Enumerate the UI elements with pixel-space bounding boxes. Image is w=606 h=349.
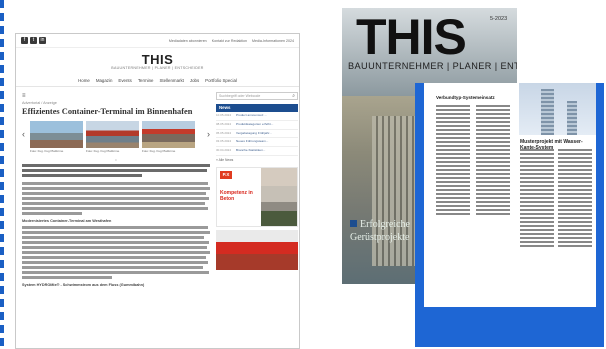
news-item[interactable]: 30.04.2024 Branche-Statistiken...: [216, 147, 298, 156]
article-subhead: Modernisiertes Container-Terminal am Wes…: [22, 219, 112, 223]
top-link-media[interactable]: Media-Informationen 2024: [252, 39, 294, 43]
website-screenshot: f t in Mediadaten abonnieren Kontakt zur…: [15, 33, 300, 349]
cover-issue: 5-2023: [490, 16, 508, 22]
slide-image: [86, 121, 139, 148]
cover-headline: Erfolgreiche Gerüstprojekte: [350, 219, 410, 243]
site-tagline: BAUUNTERNEHMER | PLANER | ENTSCHEIDER: [111, 66, 204, 70]
site-logo[interactable]: THIS: [16, 53, 299, 66]
search-icon[interactable]: ⌕: [292, 93, 295, 99]
news-item[interactable]: 05.05.2024 Vergabetagung Frühjahr...: [216, 130, 298, 139]
ad-photo: [261, 185, 297, 226]
ad-logo: P.X: [220, 170, 232, 179]
ad-banner[interactable]: P.X Kompetenz in Beton: [216, 166, 298, 227]
nav-item-jobs[interactable]: Jobs: [190, 78, 199, 83]
article-title: Effizientes Container-Terminal im Binnen…: [22, 107, 193, 116]
ad-banner-2[interactable]: [216, 229, 298, 270]
nav-item-magazin[interactable]: Magazin: [96, 78, 113, 83]
slide-caption: Foto: Fug. Fug Platforme: [86, 149, 120, 153]
site-top-bar: f t in Mediadaten abonnieren Kontakt zur…: [16, 34, 299, 48]
news-item[interactable]: 08.05.2024 Produktkategorien erhöht...: [216, 121, 298, 130]
nav-item-termine[interactable]: Termine: [138, 78, 154, 83]
article-kicker: Advertorial / Anzeige: [22, 101, 57, 105]
news-item[interactable]: 03.05.2024 Neues Führungsteam...: [216, 138, 298, 148]
site-header: THIS BAUUNTERNEHMER | PLANER | ENTSCHEID…: [16, 48, 299, 74]
top-link-subscribe[interactable]: Mediadaten abonnieren: [169, 39, 207, 43]
slider-prev-icon[interactable]: ‹: [22, 128, 25, 140]
slide-caption: Foto: Fug. Fug Platforme: [30, 149, 64, 153]
top-link-contact[interactable]: Kontakt zur Redaktion: [212, 39, 247, 43]
nav-item-stellenmarkt[interactable]: Stellenmarkt: [159, 78, 183, 83]
cover-logo: THIS: [356, 9, 467, 65]
nav-item-portfolio[interactable]: Portfolio Special: [205, 78, 237, 83]
menu-icon[interactable]: ≡: [22, 92, 210, 100]
slide-image: [142, 121, 195, 148]
linkedin-icon[interactable]: in: [39, 37, 46, 44]
slide-1[interactable]: Foto: Fug. Fug Platforme: [30, 121, 83, 157]
nav-item-home[interactable]: Home: [78, 78, 90, 83]
slider-dot-icon[interactable]: •: [22, 157, 210, 162]
site-body: ≡ Advertorial / Anzeige Effizientes Cont…: [16, 87, 299, 288]
magazine-composite: THIS 5-2023 BAUUNTERNEHMER | PLANER | EN…: [342, 8, 604, 347]
article-subhead: System HYDROMix® - Schwimmstrom aus dem …: [22, 283, 145, 287]
image-slider: ‹ Foto: Fug. Fug Platforme Foto: Fug. Fu…: [22, 121, 210, 157]
cover-subline: BAUUNTERNEHMER | PLANER | ENTSCHEIDER: [348, 61, 517, 71]
more-news-link[interactable]: » Alle News: [216, 158, 298, 164]
article-column: ≡ Advertorial / Anzeige Effizientes Cont…: [22, 92, 210, 288]
search-input[interactable]: Suchbegriff oder Webcode ⌕: [216, 92, 298, 100]
slide-2[interactable]: Foto: Fug. Fug Platforme: [86, 121, 139, 157]
sidebar: Suchbegriff oder Webcode ⌕ News 10.05.20…: [216, 92, 298, 288]
news-header: News: [216, 104, 298, 112]
search-placeholder: Suchbegriff oder Webcode: [219, 94, 261, 98]
cover-marker-icon: [350, 220, 357, 227]
magazine-page: Verbundtyp-Systemeinsatz Musterprojekt m…: [415, 83, 604, 347]
dashed-edge-rule: [0, 0, 4, 349]
twitter-icon[interactable]: t: [30, 37, 37, 44]
top-links: Mediadaten abonnieren Kontakt zur Redakt…: [169, 39, 294, 43]
slide-caption: Foto: Fug. Fug Platforme: [142, 149, 176, 153]
slide-image: [30, 121, 83, 148]
slider-next-icon[interactable]: ›: [207, 128, 210, 140]
main-nav: Home Magazin Events Termine Stellenmarkt…: [16, 74, 299, 87]
nav-item-events[interactable]: Events: [118, 78, 131, 83]
facebook-icon[interactable]: f: [21, 37, 28, 44]
news-item[interactable]: 10.05.2024 Product announced: ...: [216, 112, 298, 121]
social-icons: f t in: [21, 37, 46, 44]
tower-photo: [519, 83, 596, 135]
page-content: Verbundtyp-Systemeinsatz Musterprojekt m…: [424, 83, 596, 307]
slide-3[interactable]: Foto: Fug. Fug Platforme: [142, 121, 195, 157]
article-body: Modernisiertes Container-Terminal am Wes…: [22, 164, 210, 288]
promo-collage: f t in Mediadaten abonnieren Kontakt zur…: [0, 0, 606, 349]
ad-text: Kompetenz in Beton: [220, 189, 253, 202]
page-title-left: Verbundtyp-Systemeinsatz: [436, 95, 495, 100]
